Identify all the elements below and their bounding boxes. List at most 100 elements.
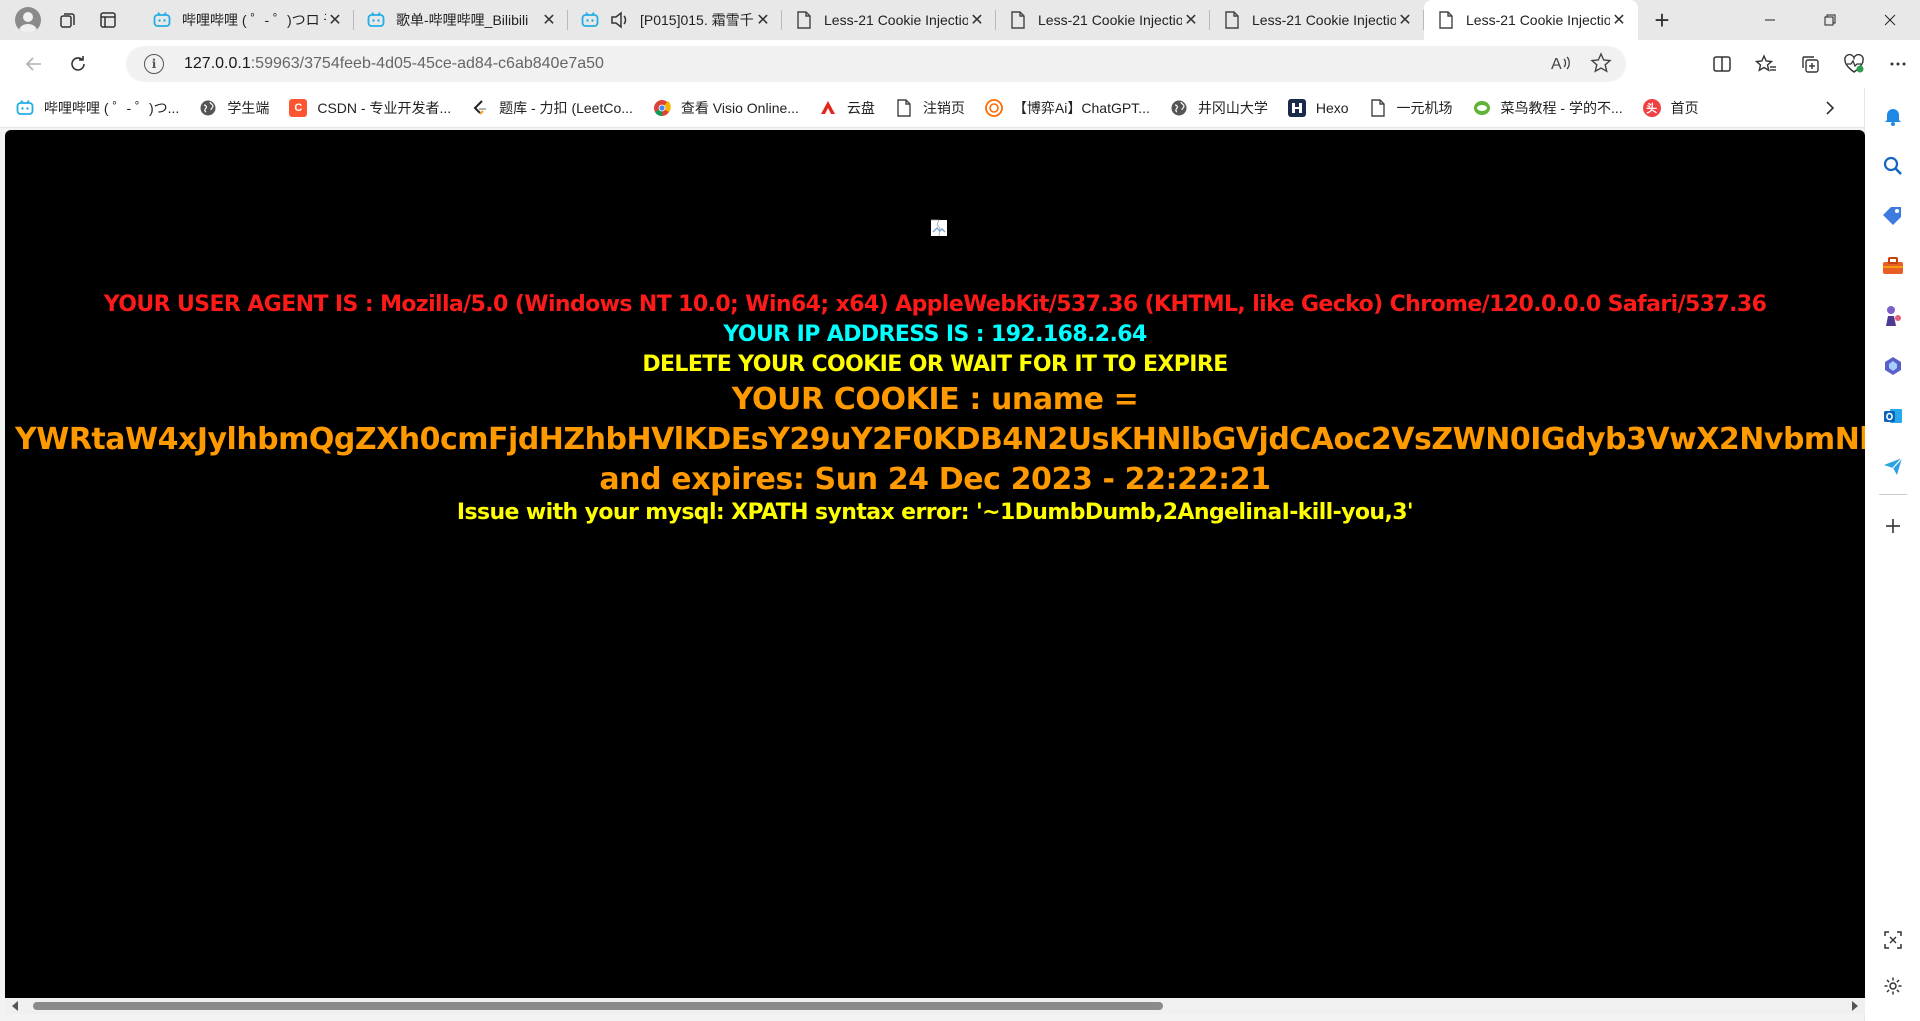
read-aloud-icon[interactable]: A [1550,52,1572,74]
favorite-label: 菜鸟教程 - 学的不... [1500,99,1623,116]
url-text[interactable]: 127.0.0.1:59963/3754feeb-4d05-45ce-ad84-… [184,55,604,73]
send-icon [1884,457,1903,475]
tab-less21-2[interactable]: Less-21 Cookie Injection ✕ [996,0,1210,40]
tab-bilibili-playlist[interactable]: 歌单-哔哩哔哩_Bilibili ✕ [354,0,568,40]
favorites-bar: 哔哩哔哩 ( ゜- ゜)つ... 学生端 C CSDN - 专业开发者... 题库… [0,88,1920,128]
edge-sidebar [1864,88,1920,1021]
cloud-drive-icon [819,99,837,117]
toutiao-icon: 头 [1642,98,1661,117]
search-button[interactable] [1879,152,1907,180]
sidebar-divider [1879,494,1907,495]
site-info-icon[interactable]: i [144,54,164,74]
copilot-button[interactable] [1879,352,1907,380]
favorites-button[interactable] [1744,46,1788,82]
settings-and-more-button[interactable] [1876,46,1920,82]
page-icon [1369,98,1387,117]
plus-icon [1886,519,1900,533]
favorite-item[interactable]: 菜鸟教程 - 学的不... [1473,94,1623,122]
screenshot-button[interactable] [1879,926,1907,954]
close-icon[interactable]: ✕ [1610,11,1628,29]
close-icon[interactable]: ✕ [540,11,558,29]
collections-button[interactable] [1788,46,1832,82]
screenshot-icon [1884,931,1902,949]
delete-cookie-notice: DELETE YOUR COOKIE OR WAIT FOR IT TO EXP… [642,352,1228,377]
speaker-icon[interactable] [610,10,630,30]
favorite-item[interactable]: 云盘 [819,94,875,122]
shopping-button[interactable] [1879,202,1907,230]
runoob-icon [1473,99,1491,117]
ip-address-text: YOUR IP ADDRESS IS : 192.168.2.64 [723,322,1147,347]
page-icon [1436,10,1456,30]
close-icon [1884,14,1896,26]
profile-avatar-icon [15,7,41,33]
favorite-label: 一元机场 [1396,99,1453,116]
scrollbar-thumb[interactable] [33,1002,1163,1010]
favorite-item[interactable]: 【博弈Ai】ChatGPT... [985,94,1150,122]
close-icon[interactable]: ✕ [754,11,772,29]
vertical-tabs-button[interactable] [88,4,128,36]
tab-list: 哔哩哔哩 ( ゜- ゜)つロ 干杯 ✕ 歌单-哔哩哔哩_Bilibili ✕ [… [140,0,1638,40]
favorite-star-icon[interactable] [1590,52,1612,74]
cookie-value: YWRtaW4xJylhbmQgZXh0cmFjdHZhbHVlKDEsY29u… [15,422,1865,457]
favorite-item[interactable]: 一元机场 [1369,94,1453,122]
chrome-icon [653,99,671,117]
favorite-label: 云盘 [846,99,875,116]
tab-less21-3[interactable]: Less-21 Cookie Injection ✕ [1210,0,1424,40]
cookie-expires: and expires: Sun 24 Dec 2023 - 22:22:21 [599,462,1271,497]
close-icon[interactable]: ✕ [326,11,344,29]
favorite-item[interactable]: C CSDN - 专业开发者... [289,94,451,122]
browser-essentials-button[interactable] [1832,46,1876,82]
user-agent-text: YOUR USER AGENT IS : Mozilla/5.0 (Window… [103,292,1767,317]
tab-bilibili-video[interactable]: [P015]015. 霜雪千年 ✕ [568,0,782,40]
globe-icon [199,99,217,117]
more-favorites-button[interactable] [1818,96,1842,120]
tab-less21-active[interactable]: Less-21 Cookie Injection ✕ [1424,0,1638,40]
url-host: 127.0.0.1 [184,55,251,72]
scroll-right-arrow-icon[interactable] [1849,1001,1861,1011]
favorite-label: 题库 - 力扣 (LeetCo... [499,99,633,116]
games-button[interactable] [1879,302,1907,330]
scroll-left-arrow-icon[interactable] [9,1001,21,1011]
horizontal-scrollbar[interactable] [5,998,1865,1014]
navigation-toolbar: i 127.0.0.1:59963/3754feeb-4d05-45ce-ad8… [0,40,1920,88]
bell-icon [1885,109,1901,126]
tab-bilibili-home[interactable]: 哔哩哔哩 ( ゜- ゜)つロ 干杯 ✕ [140,0,354,40]
favorite-item[interactable]: 井冈山大学 [1170,94,1268,122]
minimize-button[interactable] [1740,0,1800,40]
outlook-button[interactable] [1879,402,1907,430]
split-screen-button[interactable] [1700,46,1744,82]
close-icon[interactable]: ✕ [1182,11,1200,29]
url-path: :59963/3754feeb-4d05-45ce-ad84-c6ab840e7… [250,55,604,72]
close-window-button[interactable] [1860,0,1920,40]
favorite-label: 注销页 [922,99,965,116]
tab-label: Less-21 Cookie Injection [1466,12,1610,28]
favorite-item[interactable]: 题库 - 力扣 (LeetCo... [471,94,633,122]
tab-label: 哔哩哔哩 ( ゜- ゜)つロ 干杯 [182,12,326,28]
close-icon[interactable]: ✕ [968,11,986,29]
restore-button[interactable] [1800,0,1860,40]
bilibili-icon [16,99,34,117]
new-tab-button[interactable]: + [1642,4,1682,36]
favorite-item[interactable]: 查看 Visio Online... [653,94,799,122]
favorite-item[interactable]: Hexo [1287,94,1349,122]
favorite-item[interactable]: 头首页 [1642,94,1699,122]
tools-button[interactable] [1879,252,1907,280]
favorite-item[interactable]: 哔哩哔哩 ( ゜- ゜)つ... [16,94,179,122]
refresh-button[interactable] [58,46,98,82]
notifications-button[interactable] [1879,102,1907,130]
drop-button[interactable] [1879,452,1907,480]
favorite-item[interactable]: 注销页 [895,94,965,122]
sidebar-settings-button[interactable] [1879,972,1907,1000]
favorite-item[interactable]: 学生端 [199,94,269,122]
restore-icon [1824,14,1836,26]
add-sidebar-app-button[interactable] [1879,512,1907,540]
shopping-tag-icon [1883,207,1901,225]
tab-less21-1[interactable]: Less-21 Cookie Injection ✕ [782,0,996,40]
page-icon [1008,10,1028,30]
minimize-icon [1765,19,1775,21]
profile-button[interactable] [8,4,48,36]
back-button[interactable] [14,46,54,82]
address-bar[interactable]: i 127.0.0.1:59963/3754feeb-4d05-45ce-ad8… [126,46,1626,82]
close-icon[interactable]: ✕ [1396,11,1414,29]
workspaces-button[interactable] [48,4,88,36]
